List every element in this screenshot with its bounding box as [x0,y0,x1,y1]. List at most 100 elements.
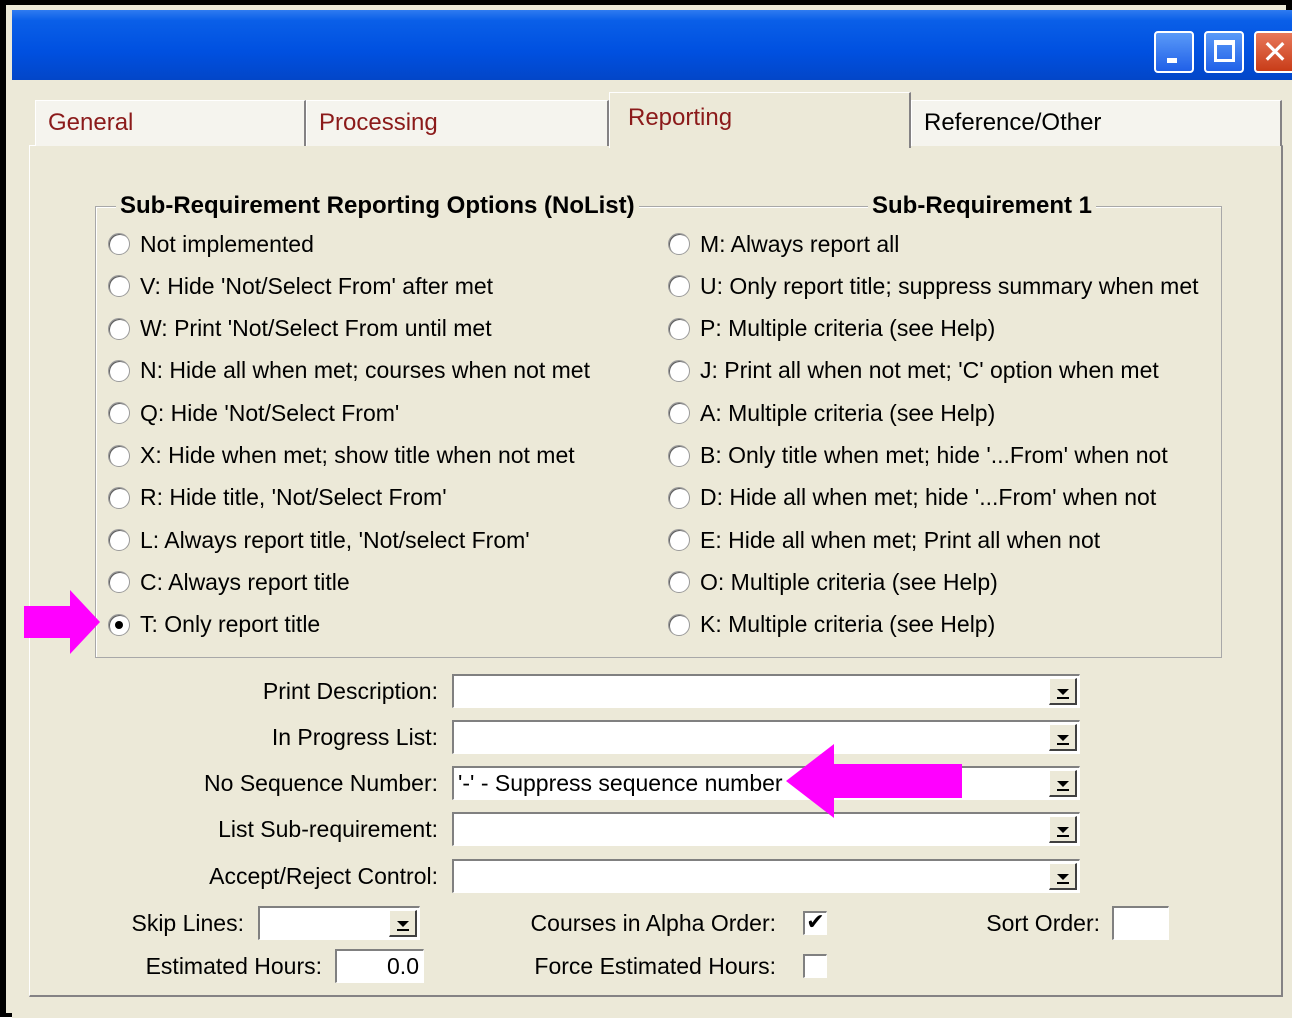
estimated-hours-label: Estimated Hours: [145,953,322,979]
sort-order-label: Sort Order: [986,910,1100,936]
right-radio-option[interactable]: M: Always report all [668,227,899,261]
group-subtitle: Sub-Requirement 1 [868,192,1097,220]
chevron-down-icon [1057,781,1069,791]
right-radio-option[interactable]: B: Only title when met; hide '...From' w… [668,439,1168,473]
no-sequence-number-value: '-' - Suppress sequence number [458,770,783,796]
radio-unchecked-icon[interactable] [668,613,690,636]
radio-option-label: V: Hide 'Not/Select From' after met [140,272,494,299]
radio-unchecked-icon[interactable] [108,486,130,509]
radio-unchecked-icon[interactable] [668,317,690,340]
dropdown-button[interactable] [389,910,417,937]
radio-unchecked-icon[interactable] [108,317,130,340]
radio-option-label: J: Print all when not met; 'C' option wh… [700,357,1159,384]
accept-reject-control-combo[interactable] [452,859,1080,893]
in-progress-list-combo[interactable] [452,720,1080,754]
list-subrequirement-label: List Sub-requirement: [218,816,438,842]
chevron-down-icon [1057,874,1069,884]
radio-unchecked-icon[interactable] [108,275,130,298]
radio-option-label: Q: Hide 'Not/Select From' [140,399,400,426]
radio-option-label: E: Hide all when met; Print all when not [700,526,1101,553]
right-radio-option[interactable]: O: Multiple criteria (see Help) [668,565,998,599]
dropdown-button[interactable] [1049,863,1077,890]
tab-general[interactable]: General [35,100,306,146]
no-sequence-number-combo[interactable]: '-' - Suppress sequence number [452,766,1080,800]
chevron-down-icon [1057,735,1069,745]
tab-reference-other[interactable]: Reference/Other [911,100,1282,146]
minimize-icon [1167,58,1177,63]
left-radio-option[interactable]: R: Hide title, 'Not/Select From' [108,481,447,515]
radio-unchecked-icon[interactable] [668,486,690,509]
right-radio-option[interactable]: J: Print all when not met; 'C' option wh… [668,354,1159,388]
radio-unchecked-icon[interactable] [668,359,690,382]
radio-option-label: P: Multiple criteria (see Help) [700,315,996,342]
radio-unchecked-icon[interactable] [108,402,130,425]
courses-alpha-label: Courses in Alpha Order: [530,910,776,936]
radio-unchecked-icon[interactable] [108,359,130,382]
left-radio-option[interactable]: X: Hide when met; show title when not me… [108,439,575,473]
radio-option-label: R: Hide title, 'Not/Select From' [140,484,447,511]
radio-option-label: W: Print 'Not/Select From until met [140,315,492,342]
maximize-icon [1214,40,1235,62]
annotation-arrow-icon [24,590,100,654]
radio-option-label: Not implemented [140,230,314,257]
left-radio-option[interactable]: C: Always report title [108,565,350,599]
radio-option-label: X: Hide when met; show title when not me… [140,442,575,468]
tab-processing[interactable]: Processing [306,100,609,146]
radio-option-label: C: Always report title [140,568,350,595]
print-description-combo[interactable] [452,674,1080,708]
in-progress-list-label: In Progress List: [271,724,438,750]
radio-unchecked-icon[interactable] [668,275,690,298]
radio-unchecked-icon[interactable] [668,571,690,594]
left-radio-option[interactable]: W: Print 'Not/Select From until met [108,312,492,346]
radio-unchecked-icon[interactable] [668,444,690,467]
right-radio-option[interactable]: U: Only report title; suppress summary w… [668,269,1199,303]
minimize-button[interactable] [1154,31,1194,73]
dropdown-button[interactable] [1049,678,1077,705]
radio-unchecked-icon[interactable] [108,529,130,552]
title-bar[interactable]: ✕ [12,10,1292,80]
chevron-down-icon [1057,689,1069,699]
radio-option-label: L: Always report title, 'Not/select From… [140,526,530,553]
right-radio-option[interactable]: E: Hide all when met; Print all when not [668,523,1100,557]
estimated-hours-input[interactable]: 0.0 [335,949,424,983]
radio-unchecked-icon[interactable] [108,444,130,467]
dropdown-button[interactable] [1049,770,1077,797]
tab-reporting[interactable]: Reporting [609,92,911,148]
radio-option-label: U: Only report title; suppress summary w… [700,272,1199,299]
left-radio-option[interactable]: N: Hide all when met; courses when not m… [108,354,590,388]
dropdown-button[interactable] [1049,816,1077,843]
radio-option-label: O: Multiple criteria (see Help) [700,568,998,595]
radio-option-label: B: Only title when met; hide '...From' w… [700,442,1168,468]
close-button[interactable]: ✕ [1254,31,1292,73]
left-radio-option[interactable]: T: Only report title [108,608,320,642]
left-radio-option[interactable]: V: Hide 'Not/Select From' after met [108,269,493,303]
left-radio-option[interactable]: Not implemented [108,227,314,261]
radio-unchecked-icon[interactable] [108,571,130,594]
right-radio-option[interactable]: A: Multiple criteria (see Help) [668,396,995,430]
left-radio-option[interactable]: Q: Hide 'Not/Select From' [108,396,399,430]
group-title: Sub-Requirement Reporting Options (NoLis… [116,192,639,220]
radio-unchecked-icon[interactable] [668,402,690,425]
radio-option-label: M: Always report all [700,230,900,257]
force-estimated-hours-checkbox[interactable] [803,954,827,978]
annotation-arrow-icon [786,744,962,818]
left-radio-option[interactable]: L: Always report title, 'Not/select From… [108,523,530,557]
list-subrequirement-combo[interactable] [452,812,1080,846]
chevron-down-icon [397,921,409,931]
skip-lines-combo[interactable] [258,906,420,940]
right-radio-option[interactable]: P: Multiple criteria (see Help) [668,312,995,346]
radio-unchecked-icon[interactable] [668,233,690,255]
force-estimated-hours-label: Force Estimated Hours: [534,953,776,979]
dropdown-button[interactable] [1049,724,1077,751]
right-radio-option[interactable]: D: Hide all when met; hide '...From' whe… [668,481,1156,515]
radio-unchecked-icon[interactable] [668,529,690,552]
sort-order-input[interactable] [1112,906,1169,940]
radio-option-label: A: Multiple criteria (see Help) [700,399,996,426]
radio-option-label: K: Multiple criteria (see Help) [700,611,996,638]
courses-alpha-checkbox[interactable]: ✔ [803,911,827,935]
maximize-button[interactable] [1204,31,1244,73]
right-radio-option[interactable]: K: Multiple criteria (see Help) [668,608,995,642]
radio-unchecked-icon[interactable] [108,233,130,255]
radio-checked-icon[interactable] [108,613,130,636]
no-sequence-number-label: No Sequence Number: [204,770,438,796]
